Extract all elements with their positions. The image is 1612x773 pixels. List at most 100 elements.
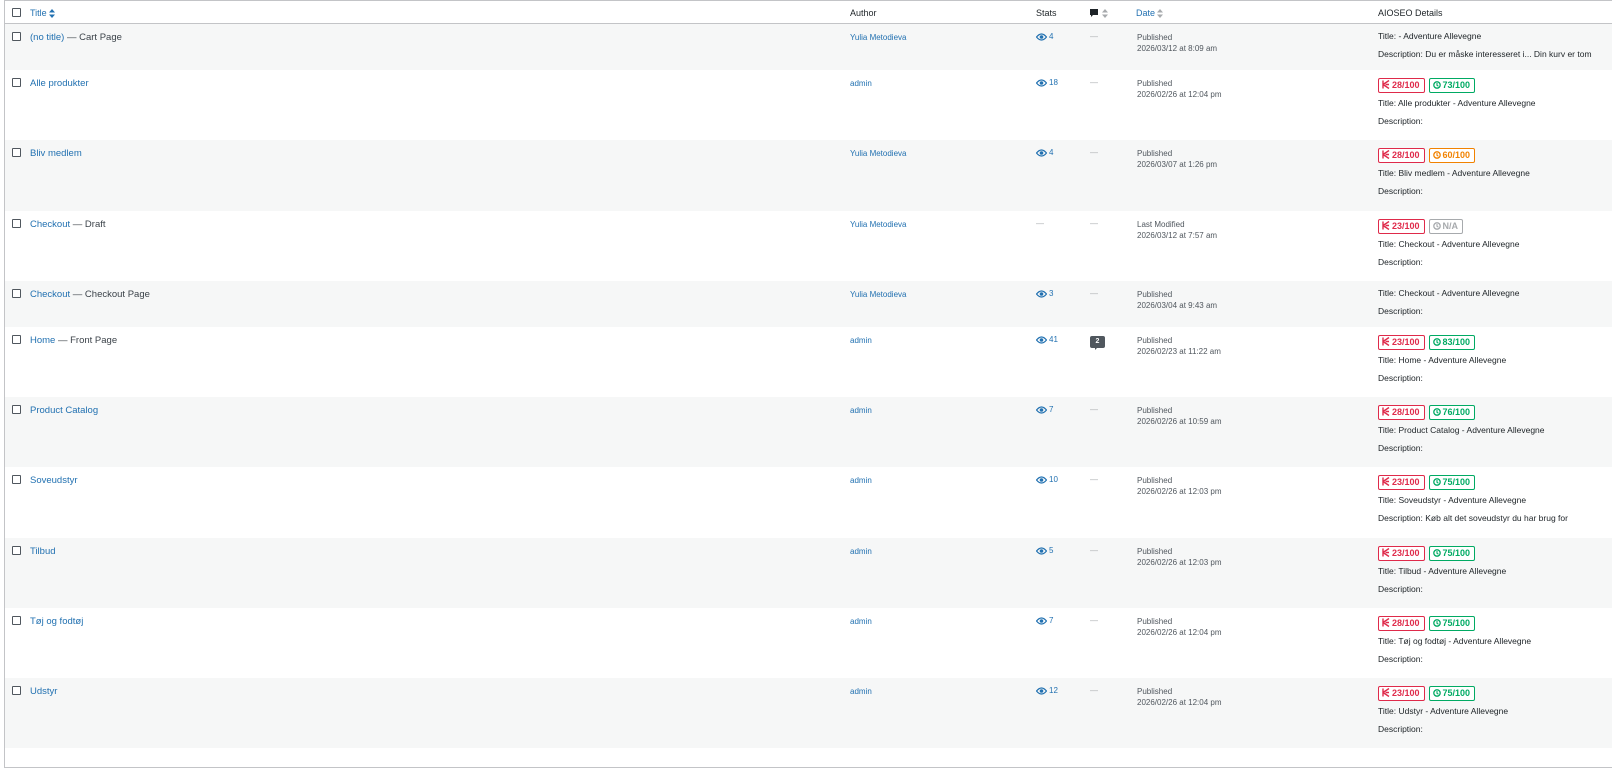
page-title-link[interactable]: Checkout — [30, 219, 70, 230]
author-link[interactable]: admin — [850, 476, 872, 485]
pages-list-table: Title Author Stats Date AIOSEO Details (… — [4, 0, 1612, 768]
page-views-link[interactable]: 5 — [1035, 546, 1054, 555]
truseo-score-badge[interactable]: 23/100 — [1378, 219, 1425, 234]
author-link[interactable]: admin — [850, 406, 872, 415]
author-link[interactable]: admin — [850, 617, 872, 626]
select-all-checkbox[interactable] — [12, 8, 21, 17]
eye-icon — [1035, 476, 1048, 484]
page-views-link[interactable]: 4 — [1035, 32, 1054, 41]
page-views-count: 5 — [1049, 546, 1054, 555]
row-checkbox[interactable] — [12, 78, 21, 87]
author-link[interactable]: admin — [850, 547, 872, 556]
row-checkbox[interactable] — [12, 32, 21, 41]
score-value: 76/100 — [1442, 407, 1471, 417]
score-value: 28/100 — [1392, 407, 1420, 417]
seo-title-label: Title: — [1378, 706, 1397, 716]
page-title-link[interactable]: Alle produkter — [30, 78, 89, 89]
truseo-score-badge[interactable]: 28/100 — [1378, 78, 1425, 93]
truseo-score-badge[interactable]: 23/100 — [1378, 335, 1425, 350]
table-row: Tøj og fodtøj admin 7 — Published 2026/02/26 … — [5, 608, 1612, 678]
headline-score-badge[interactable]: 75/100 — [1428, 686, 1476, 701]
author-link[interactable]: admin — [850, 336, 872, 345]
page-views-link[interactable]: 7 — [1035, 405, 1053, 414]
truseo-icon — [1382, 407, 1390, 417]
page-title-link[interactable]: Home — [30, 335, 55, 346]
page-views-link[interactable]: 7 — [1035, 616, 1053, 625]
eye-icon — [1035, 406, 1048, 414]
row-checkbox[interactable] — [12, 686, 21, 695]
no-comments-dash: — — [1090, 78, 1098, 87]
author-link[interactable]: Yulia Metodieva — [850, 290, 906, 299]
seo-description-line: Description: — [1378, 655, 1612, 664]
truseo-score-badge[interactable]: 28/100 — [1378, 405, 1425, 420]
page-title-link[interactable]: Tøj og fodtøj — [30, 616, 83, 627]
author-link[interactable]: Yulia Metodieva — [850, 33, 906, 42]
author-link[interactable]: Yulia Metodieva — [850, 149, 906, 158]
row-checkbox[interactable] — [12, 405, 21, 414]
date-status: Published — [1137, 79, 1173, 88]
page-title-link[interactable]: Bliv medlem — [30, 148, 82, 159]
truseo-score-badge[interactable]: 28/100 — [1378, 148, 1425, 163]
sort-by-date-link[interactable]: Date — [1136, 8, 1164, 19]
seo-description-line: Description: — [1378, 374, 1612, 383]
aioseo-details: 28/100 60/100 Title: Bliv medlem - Adventu… — [1378, 148, 1612, 205]
row-checkbox[interactable] — [12, 616, 21, 625]
truseo-score-badge[interactable]: 28/100 — [1378, 616, 1425, 631]
truseo-score-badge[interactable]: 23/100 — [1378, 686, 1425, 701]
truseo-score-badge[interactable]: 23/100 — [1378, 475, 1425, 490]
author-link[interactable]: Yulia Metodieva — [850, 220, 906, 229]
seo-title-value: Bliv medlem - Adventure Allevegne — [1398, 168, 1530, 178]
page-title-link[interactable]: Udstyr — [30, 686, 57, 697]
row-checkbox[interactable] — [12, 148, 21, 157]
seo-title-label: Title: — [1378, 495, 1397, 505]
headline-score-badge[interactable]: 75/100 — [1428, 546, 1476, 561]
score-value: 23/100 — [1392, 548, 1420, 558]
row-checkbox[interactable] — [12, 475, 21, 484]
date-status: Published — [1137, 547, 1173, 556]
date-status: Published — [1137, 687, 1173, 696]
comment-count-bubble[interactable]: 2 — [1090, 336, 1105, 350]
table-row: Home — Front Page admin 41 2 Published 2026/0… — [5, 327, 1612, 397]
headline-score-badge[interactable]: 83/100 — [1428, 335, 1476, 350]
seo-scores: 28/100 60/100 — [1378, 148, 1612, 165]
page-views-link[interactable]: 4 — [1035, 148, 1054, 157]
seo-title-line: Title: Bliv medlem - Adventure Allevegne — [1378, 169, 1612, 178]
author-link[interactable]: admin — [850, 79, 872, 88]
page-title-link[interactable]: (no title) — [30, 32, 64, 43]
seo-title-line: Title: Checkout - Adventure Allevegne — [1378, 240, 1612, 249]
table-row: Checkout — Draft Yulia Metodieva — — Last Mo… — [5, 211, 1612, 281]
title-cell: Checkout — Draft — [30, 219, 106, 230]
sort-by-comments-link[interactable] — [1090, 8, 1110, 21]
page-title-link[interactable]: Tilbud — [30, 546, 56, 557]
row-checkbox[interactable] — [12, 546, 21, 555]
headline-score-badge[interactable]: 75/100 — [1428, 616, 1476, 631]
headline-score-badge[interactable]: N/A — [1428, 219, 1464, 234]
page-views-link[interactable]: 12 — [1035, 686, 1058, 695]
row-checkbox[interactable] — [12, 289, 21, 298]
aioseo-details: 28/100 75/100 Title: Tøj og fodtøj - Adven… — [1378, 616, 1612, 673]
page-views-link[interactable]: 10 — [1035, 475, 1058, 484]
no-comments-dash: — — [1090, 686, 1098, 695]
table-row: Tilbud admin 5 — Published 2026/02/26 at 12:0… — [5, 538, 1612, 608]
headline-score-badge[interactable]: 75/100 — [1428, 475, 1476, 490]
row-checkbox[interactable] — [12, 335, 21, 344]
headline-score-badge[interactable]: 60/100 — [1428, 148, 1476, 163]
page-views-count: 4 — [1049, 32, 1054, 41]
page-views-link[interactable]: 41 — [1035, 335, 1058, 344]
headline-score-badge[interactable]: 76/100 — [1428, 405, 1476, 420]
seo-title-value: Checkout - Adventure Allevegne — [1398, 289, 1520, 298]
page-title-link[interactable]: Product Catalog — [30, 405, 98, 416]
page-state-label: — Draft — [70, 219, 106, 230]
page-views-count: 4 — [1049, 148, 1054, 157]
page-title-link[interactable]: Checkout — [30, 289, 70, 300]
headline-score-badge[interactable]: 73/100 — [1428, 78, 1476, 93]
truseo-score-badge[interactable]: 23/100 — [1378, 546, 1425, 561]
page-title-link[interactable]: Soveudstyr — [30, 475, 78, 486]
title-cell: Checkout — Checkout Page — [30, 289, 150, 300]
page-views-count: 10 — [1049, 475, 1058, 484]
author-link[interactable]: admin — [850, 687, 872, 696]
sort-by-title-link[interactable]: Title — [30, 8, 55, 19]
page-views-link[interactable]: 18 — [1035, 78, 1058, 87]
page-views-link[interactable]: 3 — [1035, 289, 1053, 298]
row-checkbox[interactable] — [12, 219, 21, 228]
